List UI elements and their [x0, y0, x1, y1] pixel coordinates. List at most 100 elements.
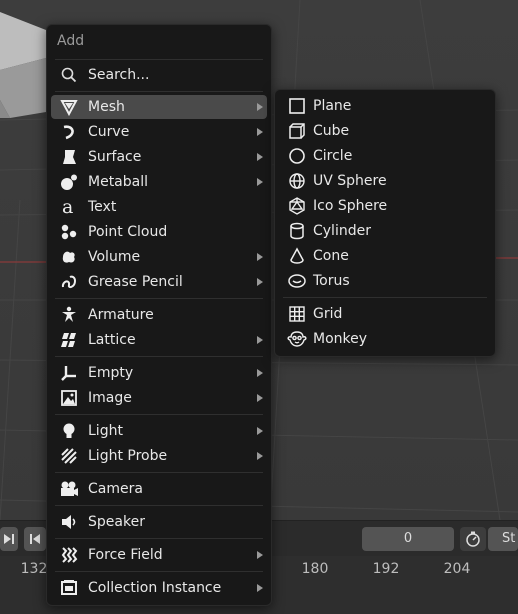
menu-item-empty[interactable]: Empty: [51, 361, 267, 385]
menu-item-mesh[interactable]: Mesh: [51, 95, 267, 119]
chevron-right-icon: [257, 584, 263, 592]
menu-item-collection-instance[interactable]: Collection Instance: [51, 576, 267, 600]
image-icon: [59, 388, 79, 408]
frame-number: 132: [20, 561, 48, 577]
search-label: Search...: [88, 67, 150, 83]
submenu-item-label: Cylinder: [313, 223, 371, 239]
menu-item-label: Speaker: [88, 514, 145, 530]
cone-icon: [287, 246, 307, 266]
menu-item-image[interactable]: Image: [51, 386, 267, 410]
menu-item-grease-pencil[interactable]: Grease Pencil: [51, 270, 267, 294]
submenu-item-monkey[interactable]: Monkey: [279, 327, 491, 351]
mesh-icon: [59, 97, 79, 117]
menu-item-label: Lattice: [88, 332, 136, 348]
menu-item-label: Armature: [88, 307, 154, 323]
chevron-right-icon: [257, 394, 263, 402]
menu-item-metaball[interactable]: Metaball: [51, 170, 267, 194]
menu-item-label: Grease Pencil: [88, 274, 183, 290]
submenu-item-label: Monkey: [313, 331, 368, 347]
grease-pencil-icon: [59, 272, 79, 292]
submenu-item-cone[interactable]: Cone: [279, 244, 491, 268]
empty-icon: [59, 363, 79, 383]
jump-end-icon: [4, 534, 14, 544]
submenu-item-ico-sphere[interactable]: Ico Sphere: [279, 194, 491, 218]
svg-text:a: a: [62, 198, 73, 216]
frame-number: 180: [301, 561, 329, 577]
menu-item-speaker[interactable]: Speaker: [51, 510, 267, 534]
menu-title: Add: [57, 33, 85, 49]
chevron-right-icon: [257, 178, 263, 186]
chevron-right-icon: [257, 427, 263, 435]
search-icon: [59, 65, 79, 85]
menu-item-force-field[interactable]: Force Field: [51, 543, 267, 567]
menu-item-surface[interactable]: Surface: [51, 145, 267, 169]
submenu-item-label: UV Sphere: [313, 173, 387, 189]
uv-sphere-icon: [287, 171, 307, 191]
submenu-item-label: Cube: [313, 123, 350, 139]
current-frame-field[interactable]: 0: [362, 527, 454, 551]
monkey-icon: [287, 329, 307, 349]
chevron-right-icon: [257, 253, 263, 261]
menu-item-label: Image: [88, 390, 132, 406]
submenu-item-grid[interactable]: Grid: [279, 302, 491, 326]
submenu-item-circle[interactable]: Circle: [279, 144, 491, 168]
light-icon: [59, 421, 79, 441]
menu-item-label: Curve: [88, 124, 130, 140]
menu-item-light-probe[interactable]: Light Probe: [51, 444, 267, 468]
chevron-right-icon: [257, 551, 263, 559]
search-item[interactable]: Search...: [51, 63, 267, 87]
plane-icon: [287, 96, 307, 116]
menu-item-label: Light Probe: [88, 448, 168, 464]
submenu-item-label: Grid: [313, 306, 343, 322]
menu-item-curve[interactable]: Curve: [51, 120, 267, 144]
mesh-submenu: Plane Cube Circle UV Sphere Ico Sphere C…: [274, 89, 496, 357]
submenu-item-label: Ico Sphere: [313, 198, 388, 214]
submenu-item-cylinder[interactable]: Cylinder: [279, 219, 491, 243]
step-back-icon: [30, 534, 40, 544]
start-frame-field[interactable]: St: [488, 527, 518, 551]
torus-icon: [287, 271, 307, 291]
submenu-item-cube[interactable]: Cube: [279, 119, 491, 143]
menu-item-camera[interactable]: Camera: [51, 477, 267, 501]
submenu-item-uv-sphere[interactable]: UV Sphere: [279, 169, 491, 193]
menu-item-lattice[interactable]: Lattice: [51, 328, 267, 352]
lattice-icon: [59, 330, 79, 350]
menu-item-label: Camera: [88, 481, 143, 497]
submenu-item-label: Circle: [313, 148, 353, 164]
add-menu: Add Search... Mesh Curve Surface Metabal…: [46, 24, 272, 606]
menu-item-volume[interactable]: Volume: [51, 245, 267, 269]
volume-icon: [59, 247, 79, 267]
menu-item-point-cloud[interactable]: Point Cloud: [51, 220, 267, 244]
menu-item-label: Point Cloud: [88, 224, 168, 240]
curve-icon: [59, 122, 79, 142]
chevron-right-icon: [257, 369, 263, 377]
timer-button[interactable]: [460, 527, 486, 551]
grid-icon: [287, 304, 307, 324]
text-icon: a: [59, 197, 79, 217]
armature-icon: [59, 305, 79, 325]
force-field-icon: [59, 545, 79, 565]
chevron-right-icon: [257, 128, 263, 136]
menu-item-armature[interactable]: Armature: [51, 303, 267, 327]
menu-item-label: Text: [88, 199, 117, 215]
step-back-button[interactable]: [24, 527, 46, 551]
frame-number: 204: [443, 561, 471, 577]
jump-end-button[interactable]: [0, 527, 18, 551]
speaker-icon: [59, 512, 79, 532]
submenu-item-label: Torus: [313, 273, 350, 289]
menu-item-label: Light: [88, 423, 123, 439]
submenu-item-plane[interactable]: Plane: [279, 94, 491, 118]
stopwatch-icon: [466, 531, 480, 547]
menu-item-label: Collection Instance: [88, 580, 222, 596]
ico-sphere-icon: [287, 196, 307, 216]
menu-item-label: Mesh: [88, 99, 125, 115]
chevron-right-icon: [257, 452, 263, 460]
circle-icon: [287, 146, 307, 166]
chevron-right-icon: [257, 153, 263, 161]
chevron-right-icon: [257, 278, 263, 286]
cube-icon: [287, 121, 307, 141]
submenu-item-torus[interactable]: Torus: [279, 269, 491, 293]
menu-item-light[interactable]: Light: [51, 419, 267, 443]
menu-item-text[interactable]: a Text: [51, 195, 267, 219]
point-cloud-icon: [59, 222, 79, 242]
